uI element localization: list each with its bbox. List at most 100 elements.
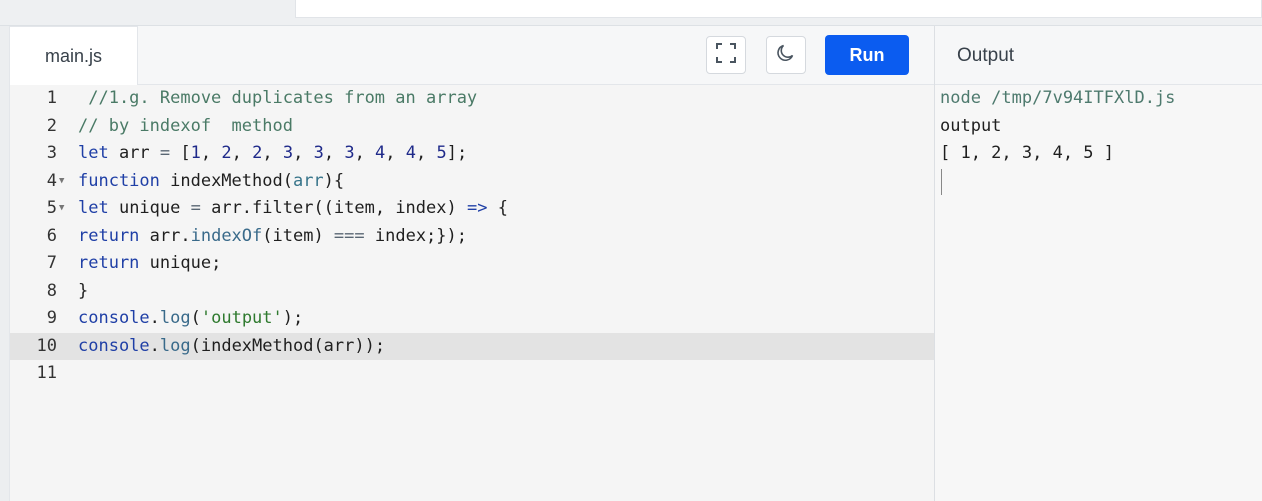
code-token: = bbox=[190, 198, 201, 218]
code-token: { bbox=[487, 198, 508, 218]
code-text: //1.g. Remove duplicates from an array bbox=[78, 85, 477, 113]
code-token: let bbox=[78, 198, 109, 218]
line-number: 7 bbox=[46, 253, 57, 273]
code-token: arr.filter((item, index) bbox=[200, 198, 467, 218]
code-line[interactable]: 8} bbox=[10, 278, 934, 306]
tab-label: main.js bbox=[44, 45, 102, 66]
code-line[interactable]: 7 return unique; bbox=[10, 250, 934, 278]
line-number: 4 bbox=[46, 170, 57, 191]
code-token: , bbox=[323, 143, 345, 163]
code-token: log bbox=[159, 308, 191, 328]
code-token: function bbox=[78, 170, 160, 191]
code-token: , bbox=[354, 143, 376, 163]
code-token: . bbox=[149, 335, 160, 356]
code-token: return bbox=[78, 253, 140, 273]
code-line[interactable]: 9 console.log('output'); bbox=[10, 305, 934, 333]
left-edge-panel bbox=[0, 26, 10, 501]
code-line[interactable]: 10 console.log(indexMethod(arr)); bbox=[10, 332, 934, 361]
code-token: ( bbox=[190, 308, 201, 328]
output-command-line: node /tmp/7v94ITFXlD.js bbox=[940, 88, 1176, 108]
code-line[interactable]: 4 ▼ function indexMethod(arr){ bbox=[10, 168, 934, 196]
run-button[interactable]: Run bbox=[825, 35, 909, 75]
code-token: , bbox=[231, 143, 253, 163]
code-line[interactable]: 1 //1.g. Remove duplicates from an array bbox=[10, 85, 934, 113]
code-token: . bbox=[149, 308, 160, 328]
code-token: return bbox=[78, 225, 140, 246]
code-token: arr bbox=[292, 170, 324, 191]
code-token: 4 bbox=[405, 143, 417, 163]
code-token: 3 bbox=[344, 143, 355, 163]
code-text: console.log(indexMethod(arr)); bbox=[78, 333, 385, 361]
line-number: 6 bbox=[46, 225, 57, 246]
line-number: 1 bbox=[46, 88, 57, 108]
code-line[interactable]: 5 ▼ let unique = arr.filter((item, index) … bbox=[10, 195, 934, 223]
code-token: , bbox=[416, 143, 437, 163]
code-token: 2 bbox=[252, 143, 263, 163]
line-number: 9 bbox=[46, 308, 57, 328]
code-token: 4 bbox=[375, 143, 386, 163]
code-text: // by indexof method bbox=[78, 113, 293, 141]
code-token: 2 bbox=[221, 143, 232, 163]
code-text: } bbox=[78, 278, 88, 306]
code-text: let arr = [1, 2, 2, 3, 3, 3, 4, 4, 5]; bbox=[78, 140, 467, 168]
fullscreen-icon bbox=[715, 42, 737, 69]
editor-header: main.js Run bbox=[10, 26, 934, 85]
code-token: [ bbox=[170, 143, 191, 163]
code-token: unique; bbox=[139, 253, 222, 273]
code-token: => bbox=[466, 198, 488, 218]
line-number: 8 bbox=[46, 280, 57, 301]
code-line[interactable]: 6 return arr.indexOf(item) === index;}); bbox=[10, 223, 934, 251]
code-text: function indexMethod(arr){ bbox=[78, 168, 344, 196]
address-bar[interactable] bbox=[295, 0, 1262, 18]
fold-toggle-icon[interactable]: ▼ bbox=[59, 168, 64, 196]
code-token: , bbox=[385, 143, 406, 163]
code-token: //1.g. Remove duplicates from an array bbox=[78, 88, 478, 108]
code-token: (item) bbox=[262, 225, 334, 246]
code-token: arr. bbox=[139, 225, 191, 246]
code-token: } bbox=[78, 280, 89, 301]
code-token: console bbox=[78, 335, 150, 356]
output-line: [ 1, 2, 3, 4, 5 ] bbox=[940, 143, 1114, 163]
fold-toggle-icon[interactable]: ▼ bbox=[59, 195, 64, 223]
output-console: node /tmp/7v94ITFXlD.js output [ 1, 2, 3, … bbox=[935, 85, 1262, 501]
code-token: index;}); bbox=[364, 225, 467, 246]
line-number: 3 bbox=[46, 143, 57, 163]
tab-main-js[interactable]: main.js bbox=[10, 26, 138, 85]
code-token: = bbox=[159, 143, 171, 163]
code-token: 3 bbox=[313, 143, 324, 163]
code-text: console.log('output'); bbox=[78, 305, 303, 333]
code-token: console bbox=[78, 308, 150, 328]
code-token: arr bbox=[108, 143, 160, 163]
fullscreen-button[interactable] bbox=[706, 36, 746, 74]
code-token: ); bbox=[282, 308, 304, 328]
code-text: return unique; bbox=[78, 250, 221, 278]
code-text: return arr.indexOf(item) === index;}); bbox=[78, 223, 467, 251]
code-line[interactable]: 11 bbox=[10, 360, 934, 388]
code-token: ){ bbox=[323, 170, 345, 191]
code-token: let bbox=[78, 143, 109, 163]
code-token: , bbox=[200, 143, 222, 163]
output-title: Output bbox=[957, 44, 1015, 66]
code-line[interactable]: 3 let arr = [1, 2, 2, 3, 3, 3, 4, 4, 5]; bbox=[10, 140, 934, 168]
code-token: 'output' bbox=[200, 308, 283, 328]
code-token: indexMethod( bbox=[159, 170, 293, 191]
code-text: let unique = arr.filter((item, index) =>… bbox=[78, 195, 508, 223]
code-token: , bbox=[293, 143, 314, 163]
code-token: 5 bbox=[436, 143, 447, 163]
code-token: indexOf bbox=[190, 225, 263, 246]
code-line[interactable]: 2 // by indexof method bbox=[10, 113, 934, 141]
code-token: // by indexof method bbox=[78, 115, 293, 136]
line-number: 5 bbox=[46, 198, 57, 218]
code-token: 1 bbox=[190, 143, 201, 163]
line-number: 10 bbox=[36, 335, 57, 356]
code-editor[interactable]: 1 //1.g. Remove duplicates from an array… bbox=[10, 85, 934, 501]
output-header: Output bbox=[935, 26, 1262, 85]
browser-top-strip bbox=[0, 0, 1262, 26]
theme-toggle-button[interactable] bbox=[766, 36, 806, 74]
moon-icon bbox=[775, 42, 797, 69]
code-token: log bbox=[159, 335, 191, 356]
output-line: output bbox=[940, 115, 1002, 136]
line-number: 2 bbox=[46, 115, 57, 136]
code-token: , bbox=[262, 143, 283, 163]
line-number: 11 bbox=[36, 363, 57, 383]
